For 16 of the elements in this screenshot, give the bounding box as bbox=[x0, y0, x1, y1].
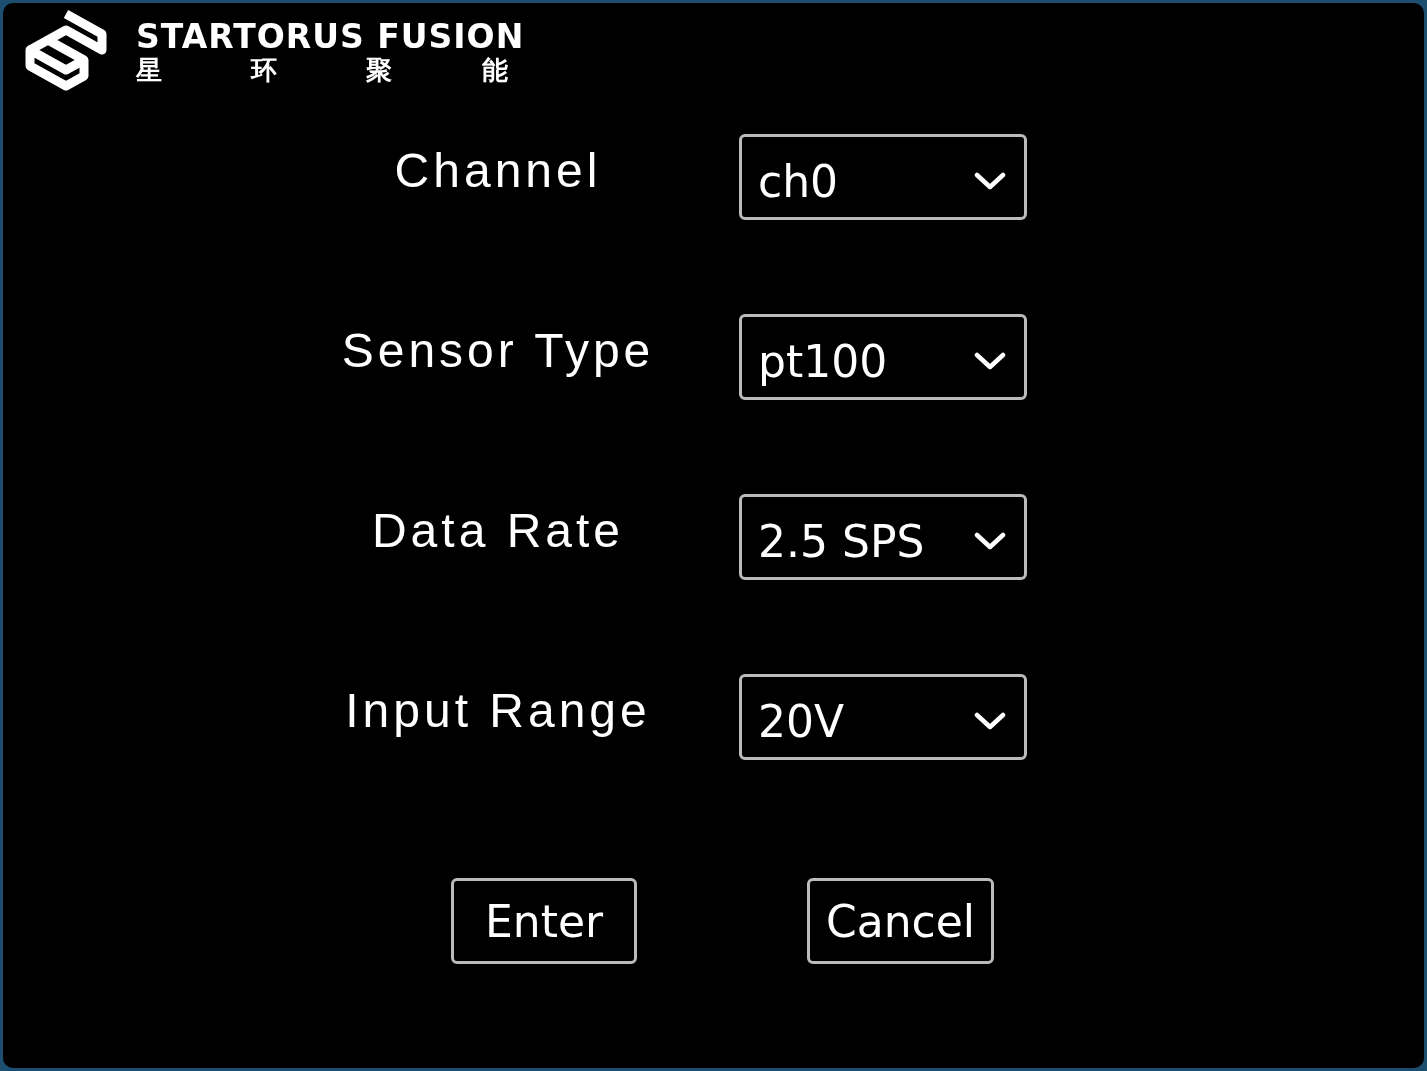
dropdown[interactable]: pt100 bbox=[739, 314, 1027, 400]
dialog-button[interactable]: Enter bbox=[451, 878, 637, 964]
field-label: Channel bbox=[393, 142, 603, 198]
field-label: Input Range bbox=[344, 682, 652, 738]
logo-subtitle: 星 环 聚 能 bbox=[136, 55, 509, 85]
chevron-down-icon bbox=[974, 351, 1006, 371]
chevron-down-icon bbox=[974, 531, 1006, 551]
field-label: Data Rate bbox=[370, 502, 626, 558]
chevron-down-icon bbox=[974, 171, 1006, 191]
dropdown[interactable]: 20V bbox=[739, 674, 1027, 760]
logo-title: STARTORUS FUSION bbox=[136, 19, 525, 55]
dialog-button[interactable]: Cancel bbox=[807, 878, 994, 964]
dropdown[interactable]: 2.5 SPS bbox=[739, 494, 1027, 580]
dropdown[interactable]: ch0 bbox=[739, 134, 1027, 220]
field-label: Sensor Type bbox=[340, 322, 656, 378]
chevron-down-icon bbox=[974, 711, 1006, 731]
